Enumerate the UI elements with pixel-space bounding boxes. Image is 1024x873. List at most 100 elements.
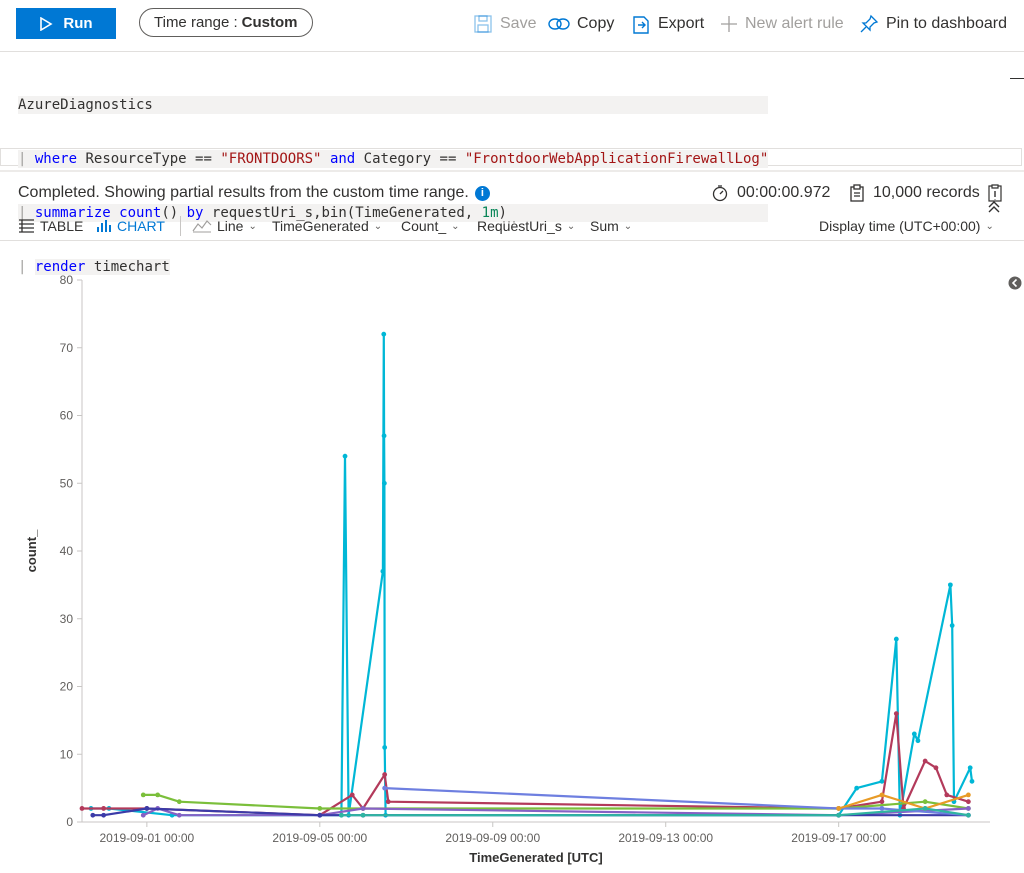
back-arrow-icon[interactable] <box>1008 276 1022 290</box>
data-point <box>879 778 885 784</box>
data-point <box>949 623 955 628</box>
data-point <box>836 812 842 818</box>
pin-icon <box>860 14 879 33</box>
chart-type-dropdown[interactable]: Line ⌄ <box>192 216 257 236</box>
y-tick-label: 40 <box>60 544 74 558</box>
data-point <box>360 806 366 811</box>
chart-type-value: Line <box>217 218 244 234</box>
data-point <box>922 806 928 811</box>
query-status: Completed. Showing partial results from … <box>18 184 490 202</box>
data-point <box>836 806 842 811</box>
y-tick-label: 10 <box>60 747 74 761</box>
chevron-down-icon: ⌄ <box>451 220 460 232</box>
y-tick-label: 70 <box>60 341 74 355</box>
y-tick-label: 20 <box>60 680 74 694</box>
y-tick-label: 30 <box>60 612 74 626</box>
data-point <box>317 806 323 811</box>
data-point <box>140 812 146 818</box>
time-range-picker[interactable]: Time range : Custom <box>139 8 313 37</box>
and-keyword: and <box>329 151 356 167</box>
y-tick-label: 80 <box>60 273 74 287</box>
pin-to-dashboard-button[interactable]: Pin to dashboard <box>859 12 1007 36</box>
copy-button[interactable]: Copy <box>548 12 614 36</box>
data-point <box>101 806 107 811</box>
export-button[interactable]: Export <box>631 12 704 36</box>
duration-stat: 00:00:00.972 <box>711 184 830 202</box>
table-view-tab[interactable]: TABLE <box>18 216 83 236</box>
timechart: 0 10 20 30 40 50 60 70 80 2019-09-01 00:00 2019-09… <box>0 241 1024 873</box>
data-point <box>144 806 150 811</box>
x-axis-value: TimeGenerated <box>272 218 369 234</box>
editor-scroll-marker <box>1010 78 1024 79</box>
chevron-down-icon: ⌄ <box>985 220 994 232</box>
time-range-label: Time range : <box>154 14 238 31</box>
data-point <box>965 799 971 805</box>
display-time-value: Display time (UTC+00:00) <box>819 218 981 234</box>
data-point <box>965 806 971 811</box>
run-button[interactable]: Run <box>16 8 116 39</box>
info-icon[interactable]: i <box>474 185 490 201</box>
run-label: Run <box>63 15 93 32</box>
new-alert-rule-button[interactable]: New alert rule <box>720 12 844 36</box>
y-tick-label: 60 <box>60 409 74 423</box>
data-point <box>380 568 386 574</box>
x-axis-label: TimeGenerated [UTC] <box>469 850 602 865</box>
status-message: Completed. Showing partial results from … <box>18 184 469 201</box>
x-tick-label: 2019-09-05 00:00 <box>272 831 367 845</box>
data-point <box>933 765 939 771</box>
save-icon <box>474 15 492 33</box>
data-point <box>944 792 950 798</box>
data-point <box>382 745 388 750</box>
y-axis-label: count_ <box>24 529 39 572</box>
play-icon <box>40 16 53 31</box>
data-point <box>879 806 885 811</box>
data-point <box>893 636 899 642</box>
duration-value: 00:00:00.972 <box>737 184 831 201</box>
x-tick-label: 2019-09-01 00:00 <box>99 831 194 845</box>
x-axis-dropdown[interactable]: TimeGenerated ⌄ <box>272 216 382 236</box>
data-point <box>967 765 973 771</box>
query-editor[interactable]: AzureDiagnostics | where ResourceType ==… <box>0 52 1022 275</box>
export-label: Export <box>658 15 705 32</box>
data-point <box>854 785 860 791</box>
editor-separator[interactable] <box>0 170 1024 172</box>
y-axis-dropdown[interactable]: Count_ ⌄ <box>401 216 460 236</box>
records-info-icon[interactable] <box>988 184 1002 202</box>
string-category: "FrontdoorWebApplicationFirewallLog" <box>464 151 769 167</box>
split-by-dropdown[interactable]: RequestUri_s ⌄ <box>477 216 575 236</box>
y-tick-label: 0 <box>66 815 73 829</box>
display-time-dropdown[interactable]: Display time (UTC+00:00) ⌄ <box>819 216 994 236</box>
data-point <box>349 792 355 798</box>
data-point <box>382 772 388 777</box>
aggregation-dropdown[interactable]: Sum ⌄ <box>590 216 632 236</box>
data-point <box>385 799 391 805</box>
y-axis-value: Count_ <box>401 218 447 234</box>
data-point <box>360 812 366 818</box>
data-point <box>90 812 96 818</box>
data-point <box>79 806 85 811</box>
x-tick-label: 2019-09-09 00:00 <box>445 831 540 845</box>
split-by-value: RequestUri_s <box>477 218 562 234</box>
pipe-char: | <box>18 151 27 167</box>
data-point <box>947 582 953 588</box>
table-tab-label: TABLE <box>40 218 84 234</box>
data-point <box>339 812 344 818</box>
data-point <box>140 792 146 798</box>
data-point <box>381 331 387 337</box>
line-chart-icon <box>192 220 212 233</box>
chart-view-tab[interactable]: CHART <box>96 216 165 236</box>
data-point <box>382 785 388 791</box>
data-point <box>922 758 928 764</box>
data-point <box>969 778 975 784</box>
data-point <box>879 799 885 805</box>
data-point <box>155 792 161 798</box>
where-clause-b: Category == <box>363 151 457 167</box>
x-tick-label: 2019-09-17 00:00 <box>791 831 886 845</box>
query-line-2: | where ResourceType == "FRONTDOORS" and… <box>18 150 769 168</box>
save-button[interactable]: Save <box>473 12 536 36</box>
link-icon <box>548 18 570 30</box>
aggregation-value: Sum <box>590 218 619 234</box>
records-count: 10,000 records <box>873 184 980 201</box>
series-line <box>82 712 969 817</box>
data-point <box>381 433 387 439</box>
